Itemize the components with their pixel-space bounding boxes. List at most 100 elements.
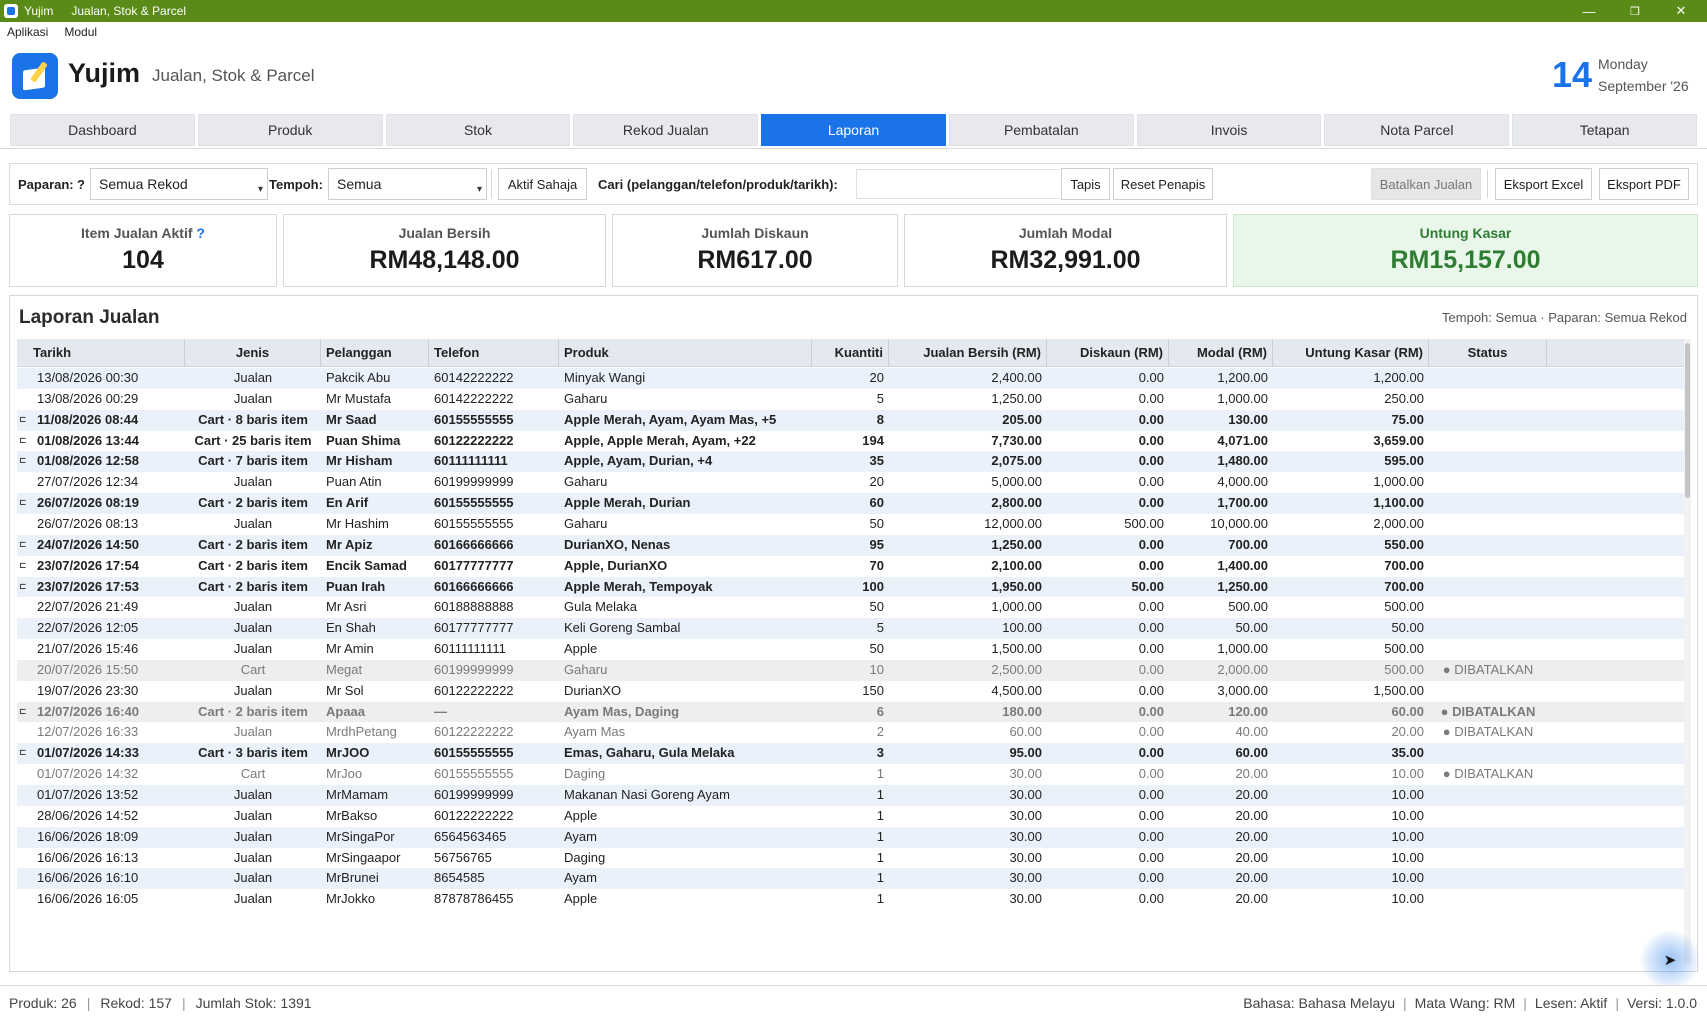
cell-tarikh: 21/07/2026 15:46 [37,641,139,657]
table-row[interactable]: ⊏ 11/08/2026 08:44 Cart · 8 baris item Mr S… [17,409,1684,431]
search-input[interactable] [856,169,1066,199]
expand-row-icon[interactable]: ⊏ [19,556,29,574]
cell-diskaun: 50.00 [1131,578,1164,594]
table-row[interactable]: 16/06/2026 16:10 Jualan MrBrunei 8654585 Aya… [17,868,1684,890]
cell-pelanggan: MrJOO [326,745,370,761]
column-header-pelanggan[interactable]: Pelanggan [321,339,429,367]
tab-dashboard[interactable]: Dashboard [10,114,195,146]
cell-modal: 20.00 [1235,787,1268,802]
menu-aplikasi[interactable]: Aplikasi [7,25,48,39]
cell-pelanggan: Encik Samad [326,557,407,573]
column-header-diskaun[interactable]: Diskaun (RM) [1047,339,1169,367]
cell-jenis: Jualan [233,828,273,844]
status-mata-wang: Mata Wang: RM [1414,995,1516,1011]
table-row[interactable]: ⊏ 12/07/2026 16:40 Cart · 2 baris item Apaa… [17,701,1684,723]
table-row[interactable]: ⊏ 24/07/2026 14:50 Cart · 2 baris item Mr A… [17,534,1684,556]
table-row[interactable]: 16/06/2026 16:13 Jualan MrSingaapor 5675676… [17,848,1684,869]
table-row[interactable]: ⊏ 26/07/2026 08:19 Cart · 2 baris item En A… [17,493,1684,514]
table-row[interactable]: 12/07/2026 16:33 Jualan MrdhPetang 60122222… [17,722,1684,743]
reset-filter-button[interactable]: Reset Penapis [1113,168,1213,200]
close-button[interactable]: ✕ [1658,0,1704,22]
expand-row-icon[interactable]: ⊏ [19,743,29,761]
table-row[interactable]: 01/07/2026 13:52 Jualan MrMamam 60199999999… [17,785,1684,806]
export-pdf-button[interactable]: Eksport PDF [1599,168,1689,200]
cell-jenis: Jualan [233,807,273,823]
tab-produk[interactable]: Produk [197,114,383,146]
table-row[interactable]: 13/08/2026 00:29 Jualan Mr Mustafa 60142222… [17,389,1684,410]
sales-table[interactable]: Tarikh Jenis Pelanggan Telefon Produk Kuantit… [17,339,1691,964]
paparan-select-value: Semua Rekod [99,176,188,192]
table-row[interactable]: 21/07/2026 15:46 Jualan Mr Amin 60111111111… [17,639,1684,660]
table-row[interactable]: ⊏ 01/08/2026 13:44 Cart · 25 baris item Pua… [17,431,1684,452]
tab-invois[interactable]: Invois [1136,114,1322,146]
paparan-select[interactable]: Semua Rekod ▾ [90,168,268,200]
column-header-modal[interactable]: Modal (RM) [1169,339,1273,367]
table-row[interactable]: 27/07/2026 12:34 Jualan Puan Atin 601999999… [17,472,1684,493]
date-weekday: Monday [1598,56,1648,72]
card-title: Jumlah Modal [1018,225,1113,241]
table-row[interactable]: 19/07/2026 23:30 Jualan Mr Sol 60122222222 D… [17,681,1684,702]
table-row[interactable]: 22/07/2026 12:05 Jualan En Shah 60177777777… [17,618,1684,640]
cell-tarikh: 16/06/2026 16:05 [37,891,139,907]
table-row[interactable]: ⊏ 23/07/2026 17:54 Cart · 2 baris item Enci… [17,556,1684,577]
table-row[interactable]: 22/07/2026 21:49 Jualan Mr Asri 60188888888… [17,597,1684,618]
cell-telefon: 60155555555 [434,515,514,531]
column-header-telefon[interactable]: Telefon [429,339,559,367]
cell-modal: 1,250.00 [1217,578,1268,594]
tempoh-select[interactable]: Semua ▾ [328,168,487,200]
column-header-tarikh[interactable]: Tarikh [17,339,185,367]
table-row[interactable]: 13/08/2026 00:30 Jualan Pakcik Abu 60142222… [17,368,1684,389]
table-row[interactable]: 01/07/2026 14:32 Cart MrJoo 60155555555 Dagi… [17,764,1684,785]
cell-telefon: 60155555555 [434,745,514,761]
expand-row-icon[interactable]: ⊏ [19,410,29,428]
help-icon[interactable]: ? [196,225,205,241]
tab-laporan[interactable]: Laporan [761,114,946,146]
cell-jualan-bersih: 30.00 [1009,787,1042,802]
column-header-jualan-bersih[interactable]: Jualan Bersih (RM) [889,339,1047,367]
menu-modul[interactable]: Modul [64,25,97,39]
vertical-scrollbar[interactable] [1684,339,1691,964]
table-row[interactable]: 28/06/2026 14:52 Jualan MrBakso 60122222222… [17,806,1684,827]
export-excel-button[interactable]: Eksport Excel [1495,168,1592,200]
table-row[interactable]: ⊏ 01/08/2026 12:58 Cart · 7 baris item Mr H… [17,451,1684,473]
expand-row-icon[interactable]: ⊏ [19,535,29,553]
cell-pelanggan: Puan Shima [326,432,401,448]
table-row[interactable]: 16/06/2026 18:09 Jualan MrSingaPor 65645634… [17,826,1684,848]
cell-jenis: Cart · 3 baris item [198,745,308,761]
column-header-produk[interactable]: Produk [559,339,812,367]
expand-row-icon[interactable]: ⊏ [19,431,29,449]
cell-produk: DurianXO, Nenas [564,536,671,552]
expand-row-icon[interactable]: ⊏ [19,493,29,511]
column-header-jenis[interactable]: Jenis [185,339,321,367]
table-row[interactable]: ⊏ 23/07/2026 17:53 Cart · 2 baris item Puan… [17,576,1684,598]
cancel-sale-button[interactable]: Batalkan Jualan [1371,168,1481,200]
scrollbar-thumb[interactable] [1685,343,1690,498]
table-row[interactable]: 20/07/2026 15:50 Cart Megat 60199999999 Gaha… [17,659,1684,681]
cell-tarikh: 13/08/2026 00:29 [37,390,139,406]
column-header-status[interactable]: Status [1429,339,1547,367]
tab-stok[interactable]: Stok [385,114,571,146]
cell-produk: Daging [564,849,606,865]
tab-rekod-jualan[interactable]: Rekod Jualan [573,114,759,146]
tapis-button[interactable]: Tapis [1061,168,1110,200]
tab-nota-parcel[interactable]: Nota Parcel [1324,114,1510,146]
minimize-button[interactable]: — [1566,0,1612,22]
cell-tarikh: 12/07/2026 16:40 [37,703,139,719]
table-row[interactable]: ⊏ 01/07/2026 14:33 Cart · 3 baris item MrJO… [17,743,1684,765]
expand-row-icon[interactable]: ⊏ [19,702,29,720]
aktif-sahaja-button[interactable]: Aktif Sahaja [498,168,587,200]
tab-pembatalan[interactable]: Pembatalan [948,114,1134,146]
cursor-arrow-icon[interactable]: ➤ [1640,930,1700,990]
cell-jenis: Cart [240,661,266,677]
tab-tetapan[interactable]: Tetapan [1512,114,1698,146]
column-header-kuantiti[interactable]: Kuantiti [812,339,889,367]
table-row[interactable]: 26/07/2026 08:13 Jualan Mr Hashim 601555555… [17,514,1684,535]
expand-row-icon[interactable]: ⊏ [19,577,29,595]
column-header-untung-kasar[interactable]: Untung Kasar (RM) [1273,339,1429,367]
restore-button[interactable]: ❐ [1612,0,1658,22]
cell-kuantiti: 1 [876,787,884,802]
paparan-help-icon[interactable]: ? [77,177,85,192]
cell-modal: 1,400.00 [1217,557,1268,573]
table-row[interactable]: 16/06/2026 16:05 Jualan MrJokko 87878786455… [17,889,1684,910]
expand-row-icon[interactable]: ⊏ [19,451,29,469]
